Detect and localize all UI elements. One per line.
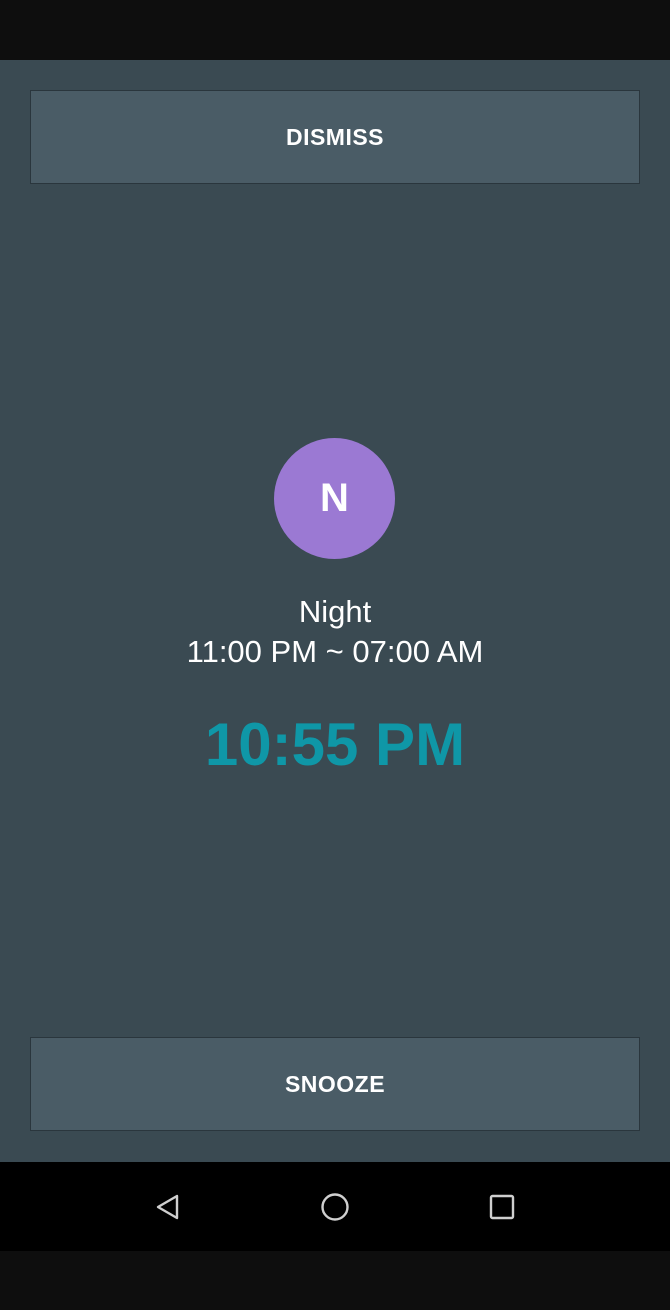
navigation-bar bbox=[0, 1162, 670, 1251]
current-time: 10:55 PM bbox=[204, 711, 466, 778]
avatar-letter: N bbox=[320, 476, 349, 520]
alarm-name: Night bbox=[298, 594, 372, 629]
alarm-screen: DISMISS N Night 11:00 PM ~ 07:00 AM 10:5… bbox=[0, 60, 670, 1162]
nav-back-button[interactable] bbox=[128, 1162, 208, 1251]
status-bar bbox=[0, 0, 670, 60]
bottom-strip bbox=[0, 1251, 670, 1310]
dismiss-button[interactable]: DISMISS bbox=[30, 90, 640, 184]
home-icon bbox=[321, 1192, 349, 1221]
alarm-time-range: 11:00 PM ~ 07:00 AM bbox=[186, 634, 484, 669]
recents-icon bbox=[489, 1194, 515, 1219]
snooze-button[interactable]: SNOOZE bbox=[30, 1037, 640, 1131]
nav-recents-button[interactable] bbox=[462, 1162, 542, 1251]
back-icon bbox=[156, 1194, 179, 1219]
alarm-avatar: N bbox=[274, 438, 395, 559]
nav-home-button[interactable] bbox=[295, 1162, 375, 1251]
